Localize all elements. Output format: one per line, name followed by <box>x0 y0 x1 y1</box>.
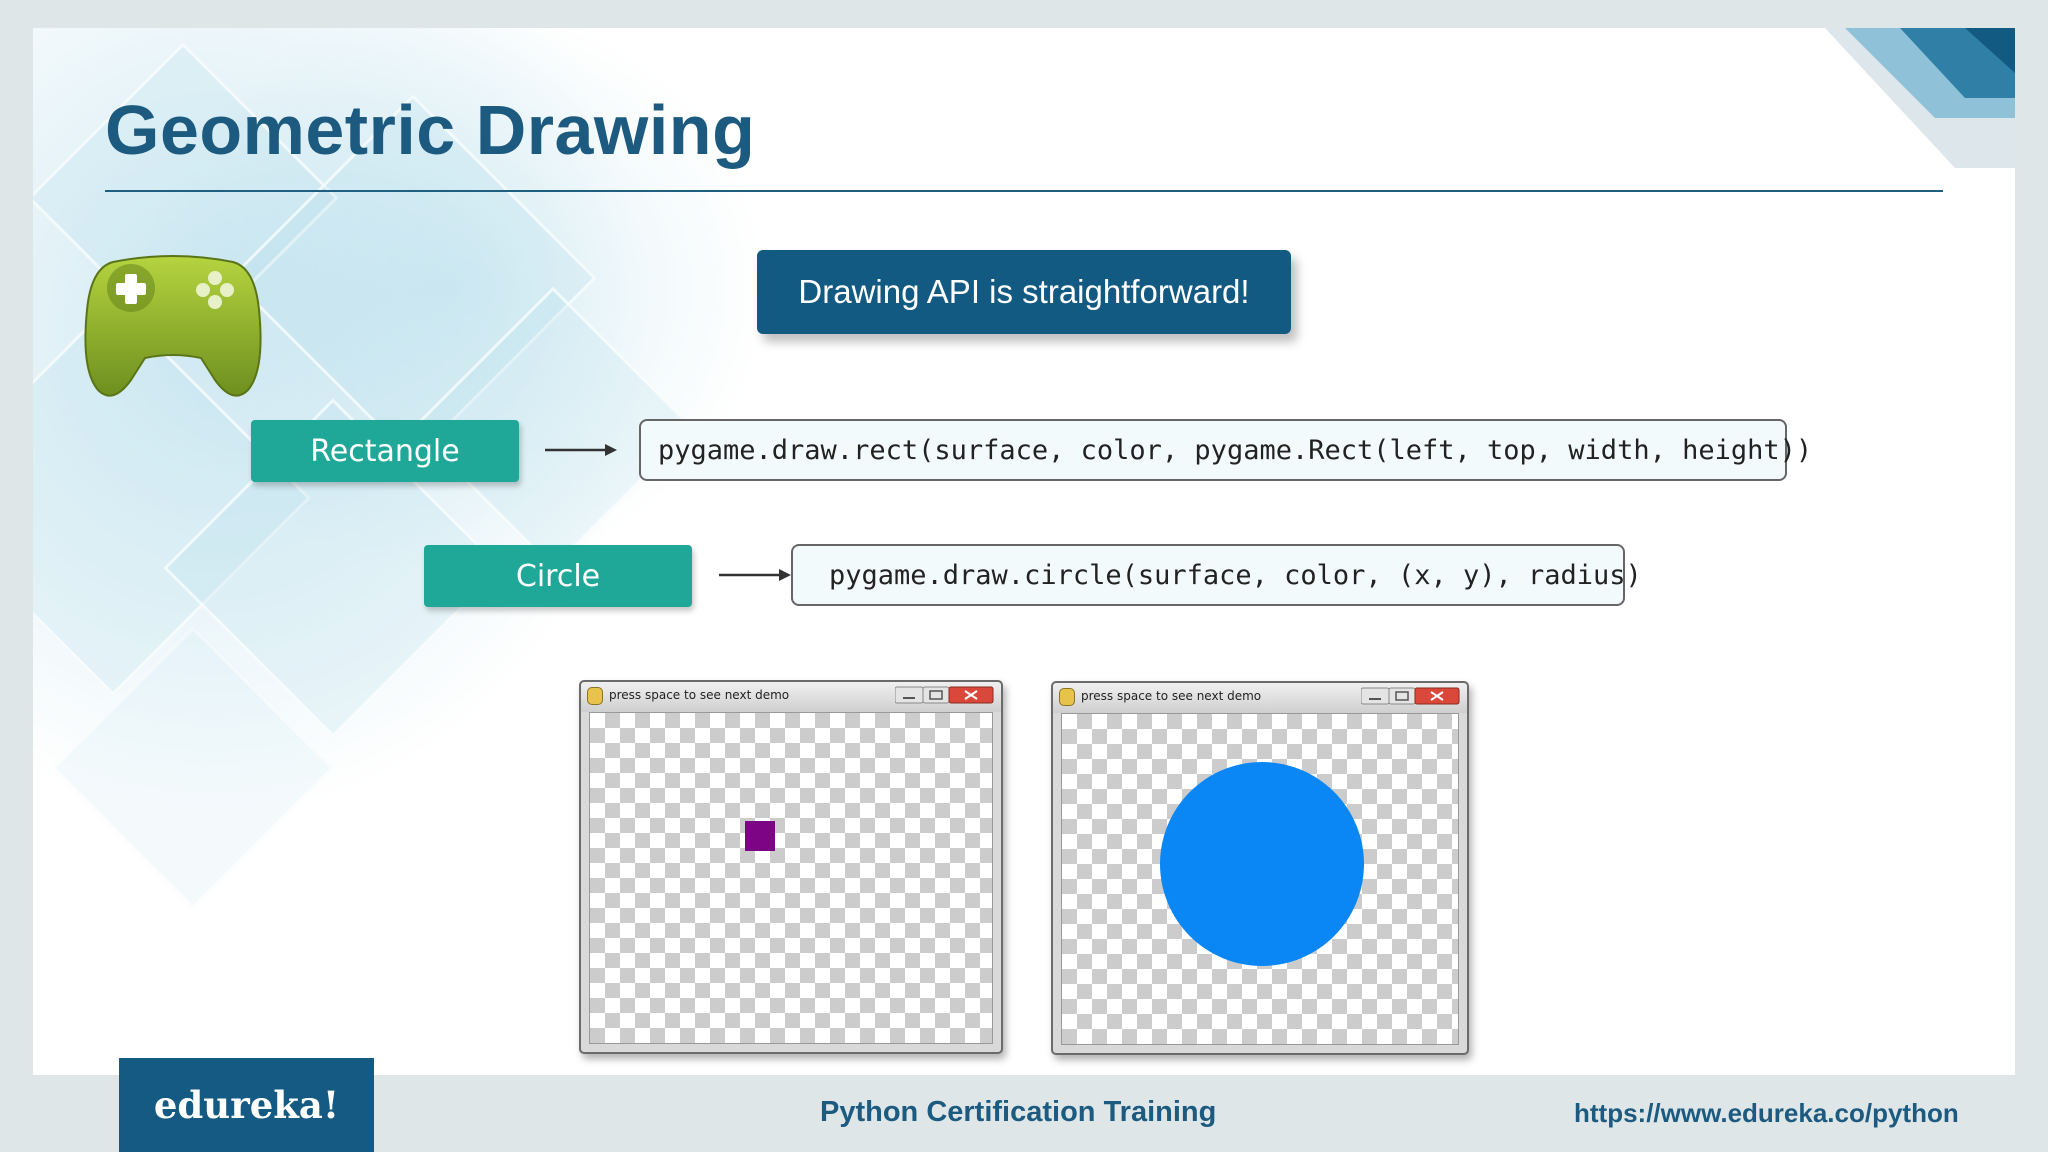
slide-title: Geometric Drawing <box>105 91 756 169</box>
title-divider <box>105 190 1943 192</box>
callout-banner: Drawing API is straightforward! <box>757 250 1291 334</box>
window-canvas <box>589 712 993 1044</box>
corner-decoration <box>1825 28 2015 168</box>
window-titlebar: press space to see next demo <box>1053 683 1467 713</box>
edureka-logo: edureka! <box>119 1058 374 1152</box>
window-title: press space to see next demo <box>609 688 790 702</box>
arrow-right-icon <box>719 569 791 581</box>
rectangle-label: Rectangle <box>251 420 519 482</box>
pygame-logo-icon <box>587 687 603 705</box>
footer-link[interactable]: https://www.edureka.co/python <box>1574 1098 1959 1129</box>
window-canvas <box>1061 713 1459 1045</box>
pygame-logo-icon <box>1059 688 1075 706</box>
drawn-circle <box>1160 762 1364 966</box>
window-controls[interactable] <box>1361 686 1461 706</box>
drawn-rectangle <box>745 821 775 851</box>
course-title: Python Certification Training <box>820 1096 1217 1128</box>
window-titlebar: press space to see next demo <box>581 682 1001 712</box>
rect-code-snippet: pygame.draw.rect(surface, color, pygame.… <box>639 419 1812 481</box>
circle-label: Circle <box>424 545 692 607</box>
circle-code-snippet: pygame.draw.circle(surface, color, (x, y… <box>791 544 1642 606</box>
slide: Geometric Drawing Drawing API is straigh… <box>33 28 2015 1076</box>
demo-window-rectangle: press space to see next demo <box>579 680 1003 1054</box>
window-controls[interactable] <box>895 685 995 705</box>
arrow-right-icon <box>545 444 617 456</box>
demo-window-circle: press space to see next demo <box>1051 681 1469 1055</box>
gamepad-icon <box>84 255 262 397</box>
window-title: press space to see next demo <box>1081 689 1262 703</box>
